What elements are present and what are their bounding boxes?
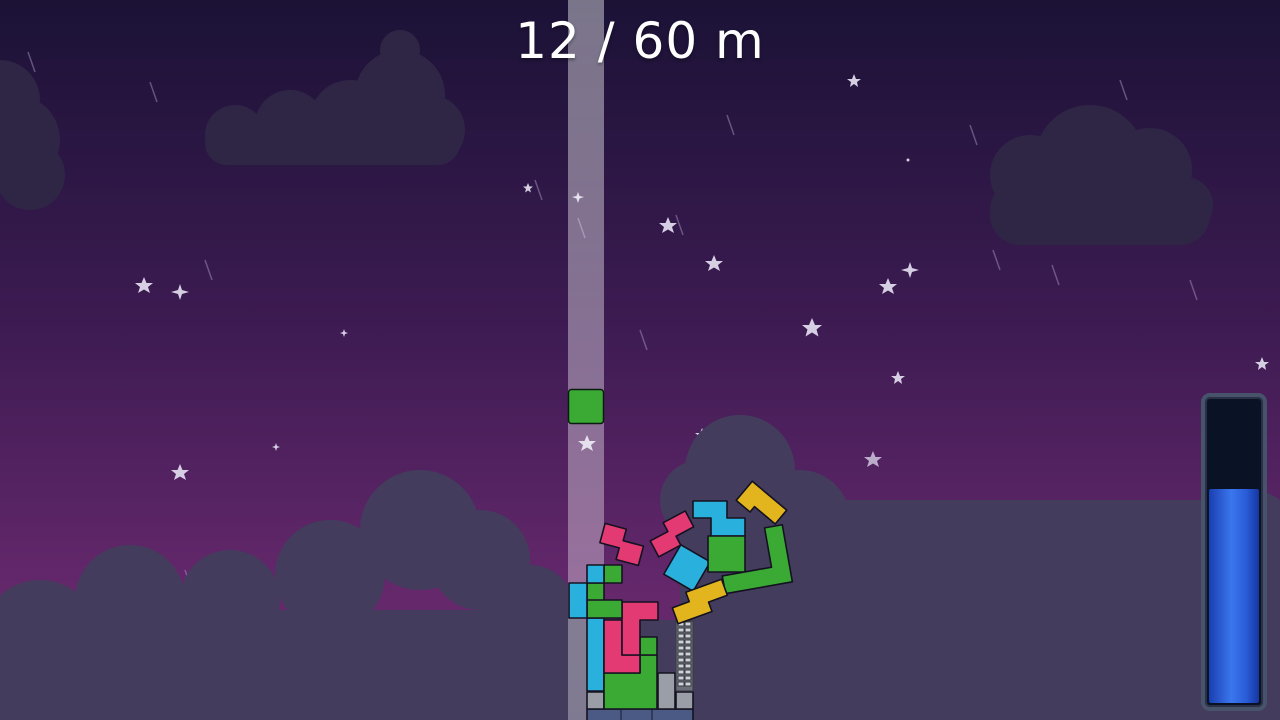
power-meter [1201, 393, 1267, 711]
falling-piece[interactable] [567, 388, 605, 425]
tower-base [586, 708, 694, 720]
height-progress-text: 12 / 60 m [515, 12, 765, 70]
power-meter-fill [1209, 489, 1259, 703]
stone-column [675, 620, 694, 692]
game-scene[interactable] [0, 0, 1280, 720]
